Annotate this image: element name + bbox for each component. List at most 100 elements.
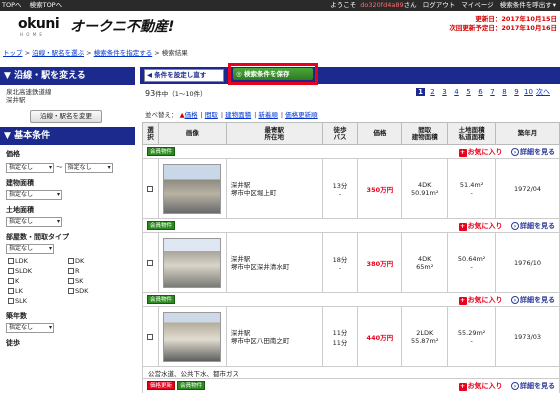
walk-time: 18分 [332, 255, 348, 264]
page-link[interactable]: 2 [428, 88, 437, 96]
breadcrumb-line[interactable]: 沿線・駅名を選ぶ [32, 49, 84, 57]
member-badge: 会員物件 [147, 220, 176, 230]
page-link[interactable]: 4 [452, 88, 461, 96]
page-link[interactable]: 1 [416, 88, 425, 96]
top-link[interactable]: TOPへ [2, 1, 22, 9]
line-section-heading: ▼ 沿線・駅を変える [0, 67, 135, 85]
page-link[interactable]: 6 [476, 88, 485, 96]
detail-button[interactable]: › 詳細を見る [511, 147, 555, 156]
plus-icon: + [458, 222, 467, 231]
save-search-button[interactable]: ◎ 検索条件を保存 [233, 68, 313, 80]
detail-button[interactable]: › 詳細を見る [511, 381, 555, 390]
layout-checkbox[interactable]: DK [68, 257, 128, 265]
col-walk: 徒歩 バス [321, 122, 359, 145]
select-checkbox[interactable] [146, 333, 153, 340]
listing-header: 会員物件 + お気に入り › 詳細を見る [142, 292, 560, 307]
layout-checkbox[interactable]: LK [8, 287, 68, 295]
save-highlight-box: ◎ 検索条件を保存 [228, 63, 318, 85]
property-photo[interactable] [163, 237, 222, 288]
price: 440万円 [357, 306, 403, 367]
price-updated-badge: 価格更新 [147, 380, 176, 390]
call-search-link[interactable]: 検索条件を呼出す [500, 1, 552, 9]
layout: 2LDK [416, 328, 434, 337]
layout-checkbox[interactable]: SLK [8, 297, 68, 305]
site-logo-jp[interactable]: オークニ不動産! [70, 16, 174, 36]
page-link[interactable]: 5 [464, 88, 473, 96]
page-link[interactable]: 9 [512, 88, 521, 96]
detail-button[interactable]: › 詳細を見る [511, 295, 555, 304]
layout-checkbox[interactable]: SLDK [8, 267, 68, 275]
logout-link[interactable]: ログアウト [423, 1, 456, 9]
range-separator: 〜 [56, 163, 63, 171]
breadcrumb-top[interactable]: トップ [3, 49, 23, 57]
sort-newest[interactable]: 新着順 [258, 111, 278, 119]
page-link[interactable]: 7 [488, 88, 497, 96]
built-date: 1972/04 [495, 158, 560, 219]
select-checkbox[interactable] [146, 259, 153, 266]
pagination: 1 2 3 4 5 6 7 8 9 10 次へ [416, 87, 553, 97]
station: 深井駅 [230, 328, 251, 337]
member-badge: 会員物件 [147, 146, 176, 156]
price: 350万円 [357, 158, 403, 219]
sort-price[interactable]: 価格 [185, 111, 198, 119]
private-road-area: - [470, 336, 473, 345]
rooms-label: 部屋数・間取タイプ [6, 233, 69, 241]
sort-price-updated[interactable]: 価格更新順 [285, 111, 318, 119]
top-bar: TOPへ 検索TOPへ ようこそ do320fd4a89さん ログアウト マイペー… [0, 0, 560, 11]
walk-time: 11分 [332, 328, 348, 337]
private-road-area: - [470, 188, 473, 197]
next-update-date: 次回更新予定日：2017年10月16日 [449, 24, 557, 32]
layout-checkbox[interactable]: R [68, 267, 128, 275]
address: 堺市中区八田南之町 [230, 336, 290, 345]
layout-checkbox[interactable]: LDK [8, 257, 68, 265]
rooms-select[interactable]: 指定なし [6, 244, 54, 254]
results-table: 選択 画像 最寄駅 所在地 徒歩 バス 価格 間取 建物面積 土地面積 私道面積 築年月… [142, 122, 560, 393]
page-link[interactable]: 3 [440, 88, 449, 96]
age-label: 築年数 [6, 312, 27, 320]
layout-checkbox[interactable]: K [8, 277, 68, 285]
price-min-select[interactable]: 指定なし [6, 163, 54, 173]
save-circle-icon: ◎ [236, 70, 244, 78]
site-logo[interactable]: okuni [18, 16, 60, 32]
station: 深井駅 [230, 254, 251, 263]
property-photo[interactable] [163, 163, 222, 214]
favorite-button[interactable]: + お気に入り [458, 222, 503, 231]
price: 380万円 [357, 232, 403, 293]
favorite-button[interactable]: + お気に入り [458, 148, 503, 157]
sort-building-area[interactable]: 建物面積 [225, 111, 251, 119]
search-top-link[interactable]: 検索TOPへ [30, 1, 63, 9]
breadcrumb: トップ > 沿線・駅名を選ぶ > 検索条件を指定する > 検索結果 [3, 49, 188, 57]
arrow-circle-icon: › [511, 295, 519, 304]
change-line-button[interactable]: 沿線・駅名を変更 [30, 110, 102, 123]
user-suffix: さん [403, 1, 417, 9]
property-photo[interactable] [163, 311, 222, 362]
table-row: 深井駅 堺市中区八田南之町 11分 11分 440万円 2LDK 55.87m² 55… [142, 306, 560, 367]
breadcrumb-condition[interactable]: 検索条件を指定する [94, 49, 153, 57]
select-checkbox[interactable] [146, 185, 153, 192]
favorite-button[interactable]: + お気に入り [458, 296, 503, 305]
next-page-link[interactable]: 次へ [536, 87, 550, 97]
price-max-select[interactable]: 指定なし [64, 163, 113, 173]
sort-layout[interactable]: 間取 [205, 111, 218, 119]
reset-condition-button[interactable]: ◀ 条件を設定し直す [144, 69, 224, 82]
age-select[interactable]: 指定なし [6, 323, 54, 333]
layout-checkbox[interactable]: SK [68, 277, 128, 285]
results-toolbar: ◀ 条件を設定し直す [140, 67, 560, 84]
favorite-button[interactable]: + お気に入り [458, 382, 503, 391]
site-header: okuni H O M E オークニ不動産! 更新日：2017年10月15日 次… [0, 11, 560, 41]
col-land: 土地面積 私道面積 [447, 122, 497, 145]
page-link[interactable]: 10 [524, 88, 533, 96]
user-name: do320fd4a89 [360, 1, 404, 9]
building-area-select[interactable]: 指定なし [6, 190, 62, 200]
land-area-select[interactable]: 指定なし [6, 217, 62, 227]
detail-button[interactable]: › 詳細を見る [511, 221, 555, 230]
page-link[interactable]: 8 [500, 88, 509, 96]
col-select: 選択 [142, 122, 159, 145]
land-area: 51.4m² [459, 180, 484, 189]
bus-time: - [338, 263, 342, 272]
table-header: 選択 画像 最寄駅 所在地 徒歩 バス 価格 間取 建物面積 土地面積 私道面積 築年月 [142, 122, 560, 145]
mypage-link[interactable]: マイページ [461, 1, 493, 9]
arrow-circle-icon: › [511, 381, 519, 390]
logo-subtext: H O M E [20, 32, 43, 37]
layout-checkbox[interactable]: SDK [68, 287, 128, 295]
